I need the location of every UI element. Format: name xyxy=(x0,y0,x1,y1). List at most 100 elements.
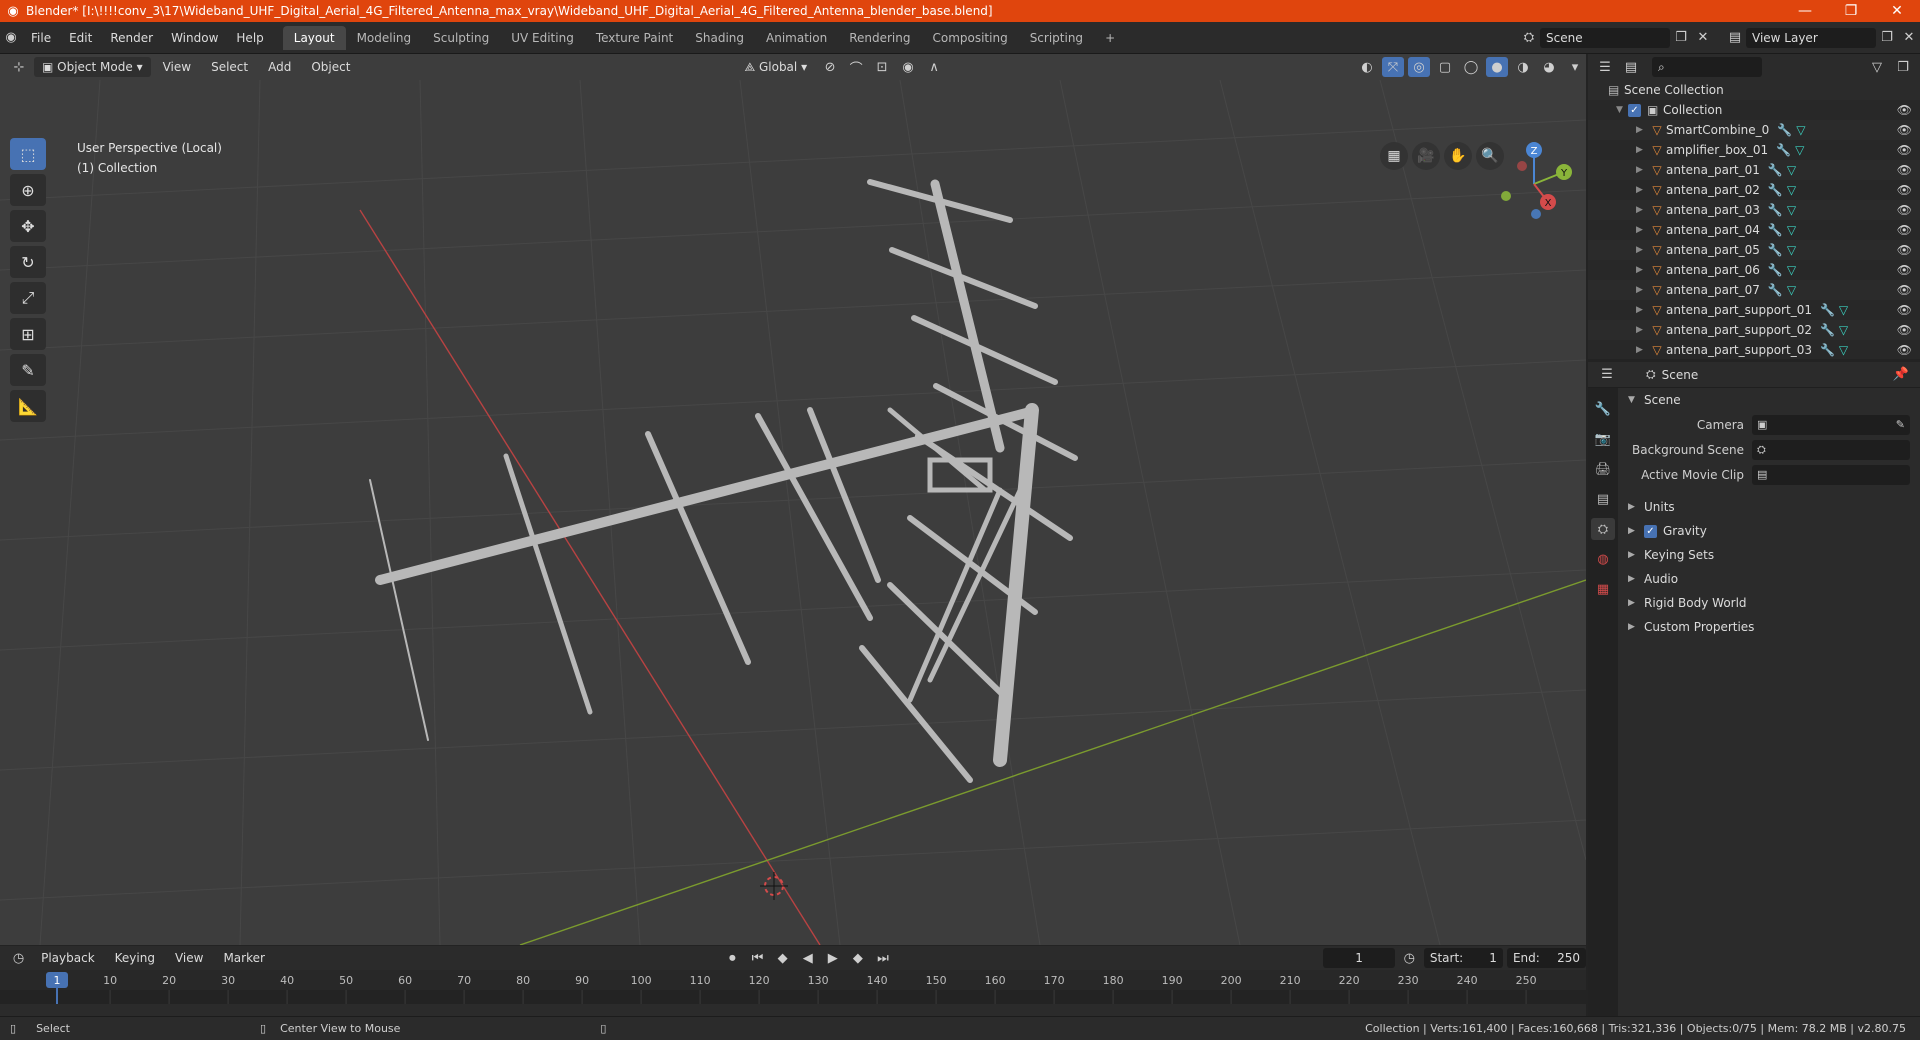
modifier-wrench-icon[interactable]: 🔧 xyxy=(1768,243,1783,257)
timeline-track[interactable] xyxy=(0,990,1586,1004)
list-item[interactable]: ▶ ▽ antena_part_04 🔧 ▽ 👁 xyxy=(1588,220,1920,240)
list-item[interactable]: ▶ ▽ antena_part_02 🔧 ▽ 👁 xyxy=(1588,180,1920,200)
mesh-data-icon[interactable]: ▽ xyxy=(1787,163,1796,177)
menu-marker[interactable]: Marker xyxy=(215,948,272,968)
jump-end-icon[interactable]: ⏭ xyxy=(872,948,893,968)
menu-render[interactable]: Render xyxy=(101,27,162,49)
tab-uv-editing[interactable]: UV Editing xyxy=(500,26,585,50)
gravity-checkbox[interactable]: ✓ xyxy=(1644,524,1657,538)
list-item[interactable]: ▶ ▽ SmartCombine_0 🔧 ▽ 👁 xyxy=(1588,120,1920,140)
eye-icon[interactable]: 👁 xyxy=(1897,103,1912,117)
eye-icon[interactable]: 👁 xyxy=(1897,263,1912,277)
mesh-data-icon[interactable]: ▽ xyxy=(1787,243,1796,257)
view-layer-icon[interactable]: ▤ xyxy=(1724,28,1746,48)
add-workspace-button[interactable]: + xyxy=(1094,26,1126,50)
close-button[interactable]: ✕ xyxy=(1874,3,1920,19)
expand-triangle-icon[interactable]: ▶ xyxy=(1636,185,1648,195)
list-item[interactable]: ▶ ▽ antena_part_support_03 🔧 ▽ 👁 xyxy=(1588,340,1920,360)
modifier-wrench-icon[interactable]: 🔧 xyxy=(1768,183,1783,197)
delete-scene-icon[interactable]: ✕ xyxy=(1692,28,1714,48)
maximize-button[interactable]: ❐ xyxy=(1828,3,1874,19)
move-tool-icon[interactable]: ✥ xyxy=(10,210,46,242)
expand-triangle-icon[interactable]: ▶ xyxy=(1636,165,1648,175)
custom-properties-panel[interactable]: ▶ Custom Properties xyxy=(1620,615,1920,639)
outliner-search-input[interactable]: ⌕ xyxy=(1652,57,1762,77)
mesh-data-icon[interactable]: ▽ xyxy=(1787,263,1796,277)
transform-orientation-dropdown[interactable]: ⟁ Global ▾ xyxy=(736,57,815,77)
expand-triangle-icon[interactable]: ▶ xyxy=(1636,225,1648,235)
tab-texture-paint[interactable]: Texture Paint xyxy=(585,26,684,50)
start-frame-field[interactable]: Start: 1 xyxy=(1423,948,1503,968)
blender-menu-icon[interactable]: ◉ xyxy=(0,28,22,48)
modifier-wrench-icon[interactable]: 🔧 xyxy=(1777,123,1792,137)
play-reverse-icon[interactable]: ◀ xyxy=(797,948,818,968)
menu-keying[interactable]: Keying xyxy=(107,948,163,968)
list-item[interactable]: ▶ ▽ antena_part_06 🔧 ▽ 👁 xyxy=(1588,260,1920,280)
overlay-toggle-icon[interactable]: ◎ xyxy=(1408,57,1430,77)
pivot-icon[interactable]: ⊘ xyxy=(819,57,841,77)
timeline-ruler[interactable]: 1 10 20 30 40 50 60 70 80 90 100 110 120 130 140 150 160… xyxy=(0,970,1586,1004)
preview-range-icon[interactable]: ◷ xyxy=(1399,948,1420,968)
gravity-panel[interactable]: ▶ ✓ Gravity xyxy=(1620,519,1920,543)
menu-select[interactable]: Select xyxy=(203,57,256,77)
outliner-editor-icon[interactable]: ☰ xyxy=(1594,57,1616,77)
output-tab-icon[interactable]: 🖨 xyxy=(1591,458,1615,480)
expand-triangle-icon[interactable]: ▶ xyxy=(1636,285,1648,295)
menu-timeline-view[interactable]: View xyxy=(167,948,211,968)
new-view-layer-icon[interactable]: ❐ xyxy=(1876,28,1898,48)
modifier-wrench-icon[interactable]: 🔧 xyxy=(1768,263,1783,277)
measure-tool-icon[interactable]: 📐 xyxy=(10,390,46,422)
tab-modeling[interactable]: Modeling xyxy=(346,26,423,50)
menu-add[interactable]: Add xyxy=(260,57,299,77)
render-tab-icon[interactable]: 📷 xyxy=(1591,428,1615,450)
play-icon[interactable]: ▶ xyxy=(822,948,843,968)
timeline-editor-icon[interactable]: ◷ xyxy=(8,948,29,968)
list-item[interactable]: ▶ ▽ amplifier_box_01 🔧 ▽ 👁 xyxy=(1588,140,1920,160)
view-layer-tab-icon[interactable]: ▤ xyxy=(1591,488,1615,510)
properties-editor-icon[interactable]: ☰ xyxy=(1596,365,1618,385)
menu-help[interactable]: Help xyxy=(227,27,272,49)
frame-ruler[interactable]: 1 10 20 30 40 50 60 70 80 90 100 110 120 130 140 150 160… xyxy=(0,970,1586,1004)
navigation-gizmo[interactable]: Z Y X xyxy=(1490,138,1580,228)
camera-field[interactable]: ▣ ✎ xyxy=(1752,414,1910,435)
menu-file[interactable]: File xyxy=(22,27,60,49)
scene-tab-icon[interactable]: ⛭ xyxy=(1591,518,1615,540)
new-collection-icon[interactable]: ❐ xyxy=(1892,57,1914,77)
audio-panel[interactable]: ▶ Audio xyxy=(1620,567,1920,591)
eye-icon[interactable]: 👁 xyxy=(1897,283,1912,297)
cursor-tool-icon[interactable]: ⊕ xyxy=(10,174,46,206)
transform-tool-icon[interactable]: ⊞ xyxy=(10,318,46,350)
scene-icon[interactable]: ⛭ xyxy=(1518,28,1540,48)
list-item[interactable]: ▶ ▽ antena_part_support_01 🔧 ▽ 👁 xyxy=(1588,300,1920,320)
tool-tab-icon[interactable]: 🔧 xyxy=(1591,398,1615,420)
expand-triangle-icon[interactable]: ▶ xyxy=(1636,125,1648,135)
camera-view-icon[interactable]: 🎥 xyxy=(1412,142,1440,170)
minimize-button[interactable]: — xyxy=(1782,3,1828,19)
editor-type-icon[interactable]: ⊹ xyxy=(8,57,30,77)
proportional-edit-icon[interactable]: ◉ xyxy=(897,57,919,77)
filter-icon[interactable]: ▽ xyxy=(1866,57,1888,77)
collection-row[interactable]: ▼ ✓ ▣ Collection 👁 xyxy=(1588,100,1920,120)
eye-icon[interactable]: 👁 xyxy=(1897,203,1912,217)
background-scene-field[interactable]: ⛭ xyxy=(1752,439,1910,460)
expand-triangle-icon[interactable]: ▶ xyxy=(1636,305,1648,315)
view-layer-selector[interactable]: View Layer xyxy=(1746,27,1876,48)
expand-triangle-icon[interactable]: ▶ xyxy=(1636,245,1648,255)
collection-checkbox[interactable]: ✓ xyxy=(1628,103,1641,117)
current-frame-field[interactable]: 1 xyxy=(1323,948,1395,968)
active-movie-clip-field[interactable]: ▤ xyxy=(1752,464,1910,485)
tab-shading[interactable]: Shading xyxy=(684,26,755,50)
mesh-data-icon[interactable]: ▽ xyxy=(1839,323,1848,337)
modifier-wrench-icon[interactable]: 🔧 xyxy=(1768,223,1783,237)
list-item[interactable]: ▶ ▽ antena_part_05 🔧 ▽ 👁 xyxy=(1588,240,1920,260)
texture-tab-icon[interactable]: ▦ xyxy=(1591,578,1615,600)
rotate-tool-icon[interactable]: ↻ xyxy=(10,246,46,278)
object-mode-dropdown[interactable]: ▣ Object Mode ▾ xyxy=(34,57,151,77)
expand-triangle-icon[interactable]: ▶ xyxy=(1636,325,1648,335)
snap-target-icon[interactable]: ⊡ xyxy=(871,57,893,77)
shading-options-icon[interactable]: ▾ xyxy=(1564,57,1586,77)
world-tab-icon[interactable]: ◍ xyxy=(1591,548,1615,570)
mesh-data-icon[interactable]: ▽ xyxy=(1787,283,1796,297)
list-item[interactable]: ▶ ▽ antena_part_07 🔧 ▽ 👁 xyxy=(1588,280,1920,300)
tab-scripting[interactable]: Scripting xyxy=(1019,26,1094,50)
